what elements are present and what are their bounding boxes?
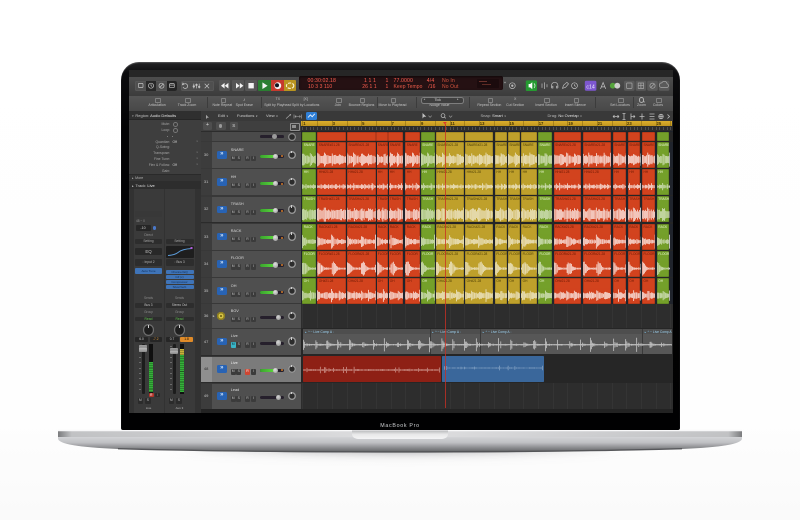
svg-text:c14: c14	[586, 84, 594, 90]
